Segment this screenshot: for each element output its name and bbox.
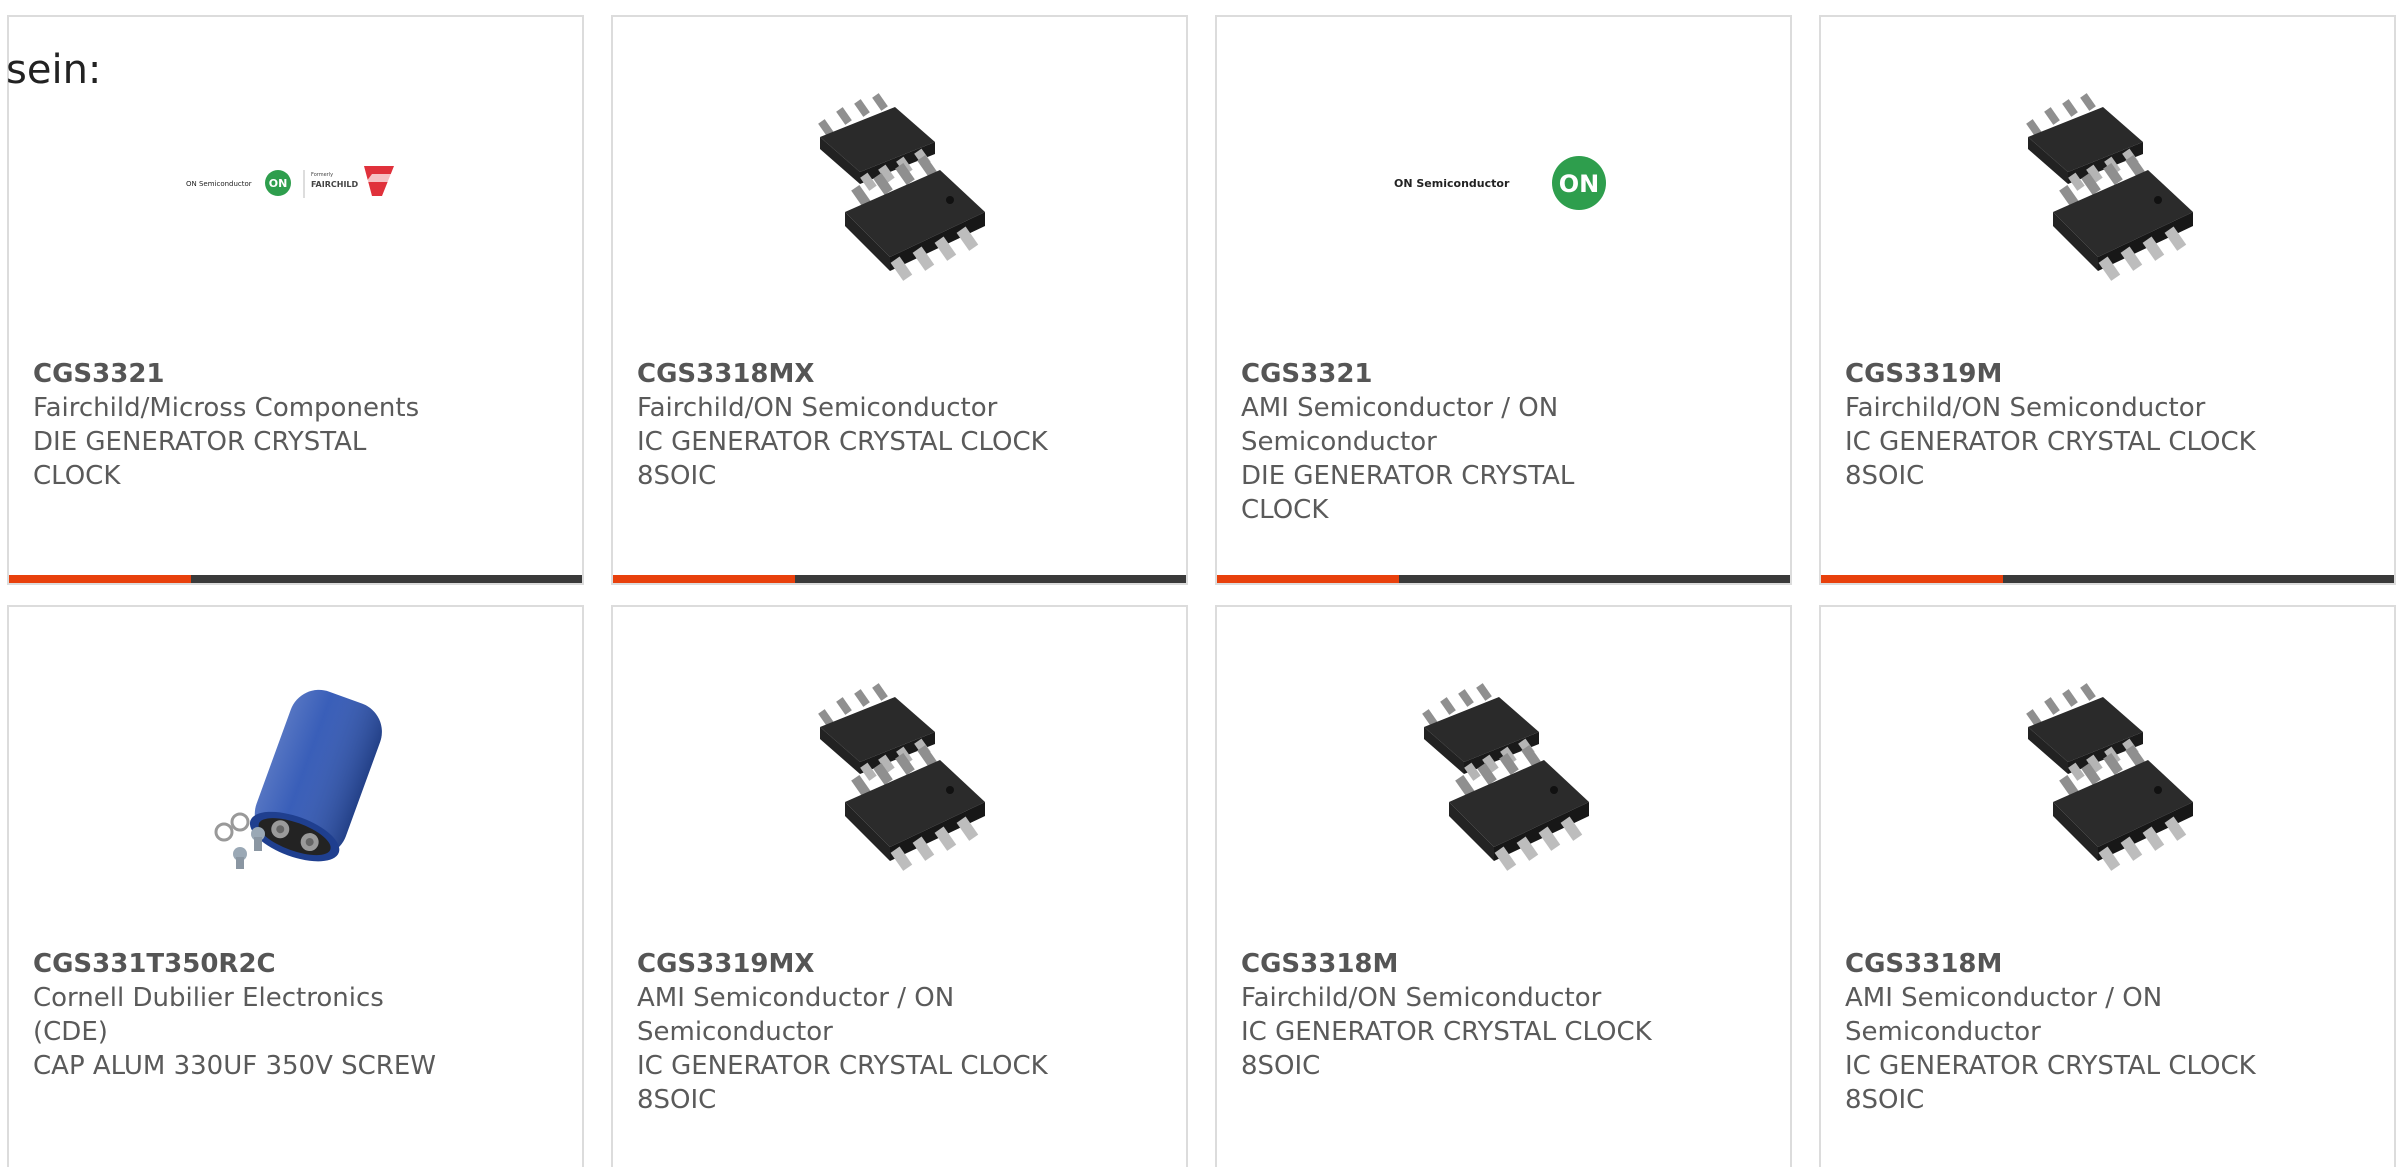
product-card[interactable]: CGS3319MX AMI Semiconductor / ON Semicon… [611,605,1188,1167]
product-card[interactable]: CGS3318M Fairchild/ON Semiconductor IC G… [1215,605,1792,1167]
card-bar-accent [9,575,191,583]
card-bar-accent [1821,575,2003,583]
description: DIE GENERATOR CRYSTAL CLOCK [33,427,367,491]
manufacturer: Fairchild/ON Semiconductor [1241,983,1602,1013]
product-grid-page: sein: ON Semiconductor ON Formerly FAIRC… [0,0,2400,1167]
fairchild-prefix: Formerly [311,172,333,178]
soic-8-chip-icon [2008,672,2208,872]
manufacturer: Cornell Dubilier Electronics (CDE) [33,983,384,1047]
product-image[interactable] [1217,667,1790,877]
card-bottom-bar [613,575,1186,583]
description: IC GENERATOR CRYSTAL CLOCK 8SOIC [1845,427,2256,491]
product-info: CGS3321 AMI Semiconductor / ON Semicondu… [1241,357,1661,527]
product-info: CGS3318M AMI Semiconductor / ON Semicond… [1845,947,2265,1117]
product-info: CGS331T350R2C Cornell Dubilier Electroni… [33,947,453,1083]
product-card[interactable]: CGS3318MX Fairchild/ON Semiconductor IC … [611,15,1188,585]
manufacturer: AMI Semiconductor / ON Semiconductor [1845,983,2163,1047]
manufacturer: AMI Semiconductor / ON Semiconductor [1241,393,1559,457]
on-semiconductor-fairchild-logo-icon: ON Semiconductor ON Formerly FAIRCHILD [186,166,398,198]
product-card[interactable]: CGS3319M Fairchild/ON Semiconductor IC G… [1819,15,2396,585]
product-card[interactable]: ON Semiconductor ON Formerly FAIRCHILD C… [7,15,584,585]
product-image[interactable] [613,667,1186,877]
description: IC GENERATOR CRYSTAL CLOCK 8SOIC [637,1051,1048,1115]
description: DIE GENERATOR CRYSTAL CLOCK [1241,461,1575,525]
part-number[interactable]: CGS3318M [1241,947,1661,981]
fairchild-logo-text: FAIRCHILD [311,180,359,189]
product-image[interactable] [613,77,1186,287]
product-image[interactable] [1821,667,2394,877]
on-logo-text: ON Semiconductor [186,180,252,188]
product-image[interactable] [9,667,582,877]
manufacturer: AMI Semiconductor / ON Semiconductor [637,983,955,1047]
part-number[interactable]: CGS3321 [33,357,453,391]
product-card[interactable]: ON Semiconductor ON CGS3321 AMI Semicond… [1215,15,1792,585]
product-info: CGS3318M Fairchild/ON Semiconductor IC G… [1241,947,1661,1083]
electrolytic-capacitor-icon [196,672,396,872]
intro-text: sein: [6,47,102,93]
on-logo-text: ON Semiconductor [1394,177,1510,190]
manufacturer: Fairchild/ON Semiconductor [1845,393,2206,423]
product-info: CGS3321 Fairchild/Micross Components DIE… [33,357,453,493]
product-info: CGS3319MX AMI Semiconductor / ON Semicon… [637,947,1057,1117]
description: IC GENERATOR CRYSTAL CLOCK 8SOIC [637,427,1048,491]
part-number[interactable]: CGS3321 [1241,357,1661,391]
on-badge-text: ON [1558,170,1599,198]
card-bar-accent [1217,575,1399,583]
card-bottom-bar [9,575,582,583]
manufacturer: Fairchild/ON Semiconductor [637,393,998,423]
product-info: CGS3319M Fairchild/ON Semiconductor IC G… [1845,357,2265,493]
part-number[interactable]: CGS3319M [1845,357,2265,391]
on-semiconductor-logo-icon: ON Semiconductor ON [1394,156,1606,210]
soic-8-chip-icon [2008,82,2208,282]
product-info: CGS3318MX Fairchild/ON Semiconductor IC … [637,357,1057,493]
product-card[interactable]: CGS331T350R2C Cornell Dubilier Electroni… [7,605,584,1167]
product-image[interactable]: ON Semiconductor ON Formerly FAIRCHILD [9,77,582,287]
product-image[interactable] [1821,77,2394,287]
on-badge-text: ON [268,177,287,190]
description: IC GENERATOR CRYSTAL CLOCK 8SOIC [1845,1051,2256,1115]
soic-8-chip-icon [1404,672,1604,872]
description: CAP ALUM 330UF 350V SCREW [33,1051,436,1081]
part-number[interactable]: CGS3319MX [637,947,1057,981]
part-number[interactable]: CGS3318MX [637,357,1057,391]
product-image[interactable]: ON Semiconductor ON [1217,77,1790,287]
soic-8-chip-icon [800,82,1000,282]
manufacturer: Fairchild/Micross Components [33,393,420,423]
card-bottom-bar [1821,575,2394,583]
description: IC GENERATOR CRYSTAL CLOCK 8SOIC [1241,1017,1652,1081]
product-card[interactable]: CGS3318M AMI Semiconductor / ON Semicond… [1819,605,2396,1167]
part-number[interactable]: CGS331T350R2C [33,947,453,981]
part-number[interactable]: CGS3318M [1845,947,2265,981]
card-bar-accent [613,575,795,583]
card-bottom-bar [1217,575,1790,583]
soic-8-chip-icon [800,672,1000,872]
